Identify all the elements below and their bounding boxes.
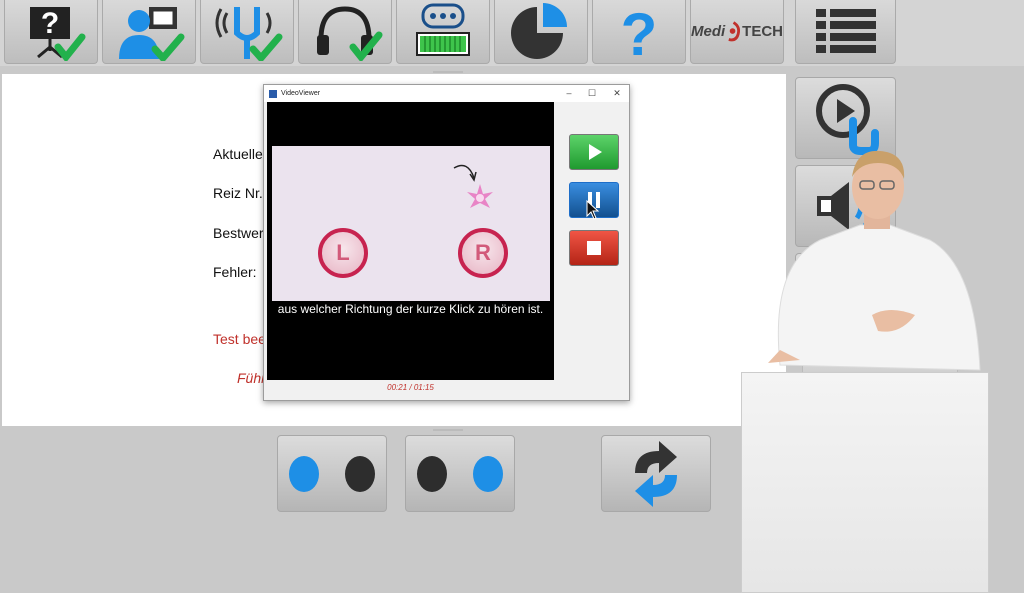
right-blue-dot-icon: [473, 455, 503, 492]
svg-text:?: ?: [621, 3, 658, 61]
left-blue-dot-icon: [289, 455, 319, 492]
headphones-button[interactable]: [298, 0, 392, 64]
reiz-nr-label: Reiz Nr.: [213, 185, 263, 201]
video-viewer-window[interactable]: VideoViewer – ☐ ✕ L R aus welcher Richtu…: [263, 84, 630, 401]
click-spark-icon: [453, 164, 493, 208]
left-dark-dot-icon: [417, 455, 447, 492]
left-circle: L: [318, 228, 368, 278]
aktuelle-label: Aktuelle: [213, 146, 263, 162]
stop-icon: [587, 241, 601, 255]
play-icon: [589, 144, 602, 160]
app-icon: [269, 89, 277, 98]
presentation-help-icon: ?: [30, 6, 86, 61]
video-subtitle: aus welcher Richtung der kurze Klick zu …: [277, 302, 544, 316]
help-screen-button[interactable]: ?: [4, 0, 98, 64]
refresh-arrows-icon: [635, 440, 677, 507]
headphones-icon: [317, 5, 383, 61]
patient-folder-icon: [119, 6, 185, 61]
patient-button[interactable]: [102, 0, 196, 64]
device-battery-button[interactable]: [396, 0, 490, 64]
left-response-button[interactable]: [277, 435, 387, 512]
panel-resize-handle[interactable]: [433, 429, 463, 431]
statistics-button[interactable]: [494, 0, 588, 64]
repeat-button[interactable]: [601, 435, 711, 512]
close-button[interactable]: ✕: [607, 85, 627, 102]
right-circle: R: [458, 228, 508, 278]
video-viewer-title: VideoViewer: [281, 90, 321, 97]
meditech-logo-icon: [728, 20, 741, 41]
battery-device-icon: [416, 3, 470, 56]
svg-text:?: ?: [41, 7, 59, 40]
minimize-button[interactable]: –: [559, 85, 579, 102]
instruction-text: Führ: [237, 370, 266, 386]
mouse-cursor-icon: [586, 200, 600, 220]
meditech-logo-button[interactable]: Medi TECH: [690, 0, 784, 64]
right-dark-dot-icon: [345, 455, 375, 492]
list-menu-icon: [815, 8, 876, 53]
right-letter: R: [475, 240, 491, 265]
logo-suffix: TECH: [742, 23, 783, 40]
top-toolbar: ? ? Medi TECH: [0, 0, 1024, 66]
right-response-button[interactable]: [405, 435, 515, 512]
presenter-podium: [741, 372, 989, 593]
toolbar-resize-handle[interactable]: [433, 71, 463, 73]
pie-chart-icon: [511, 2, 567, 59]
bestwert-label: Bestwer: [213, 225, 264, 241]
help-button[interactable]: ?: [592, 0, 686, 64]
fehler-label: Fehler:: [213, 264, 257, 280]
presenter-figure: [768, 150, 981, 371]
tuning-fork-icon: [215, 6, 283, 61]
tuning-fork-button[interactable]: [200, 0, 294, 64]
video-stop-button[interactable]: [569, 230, 619, 266]
left-letter: L: [336, 240, 350, 265]
maximize-button[interactable]: ☐: [582, 85, 602, 102]
video-play-button[interactable]: [569, 134, 619, 170]
video-time: 00:21 / 01:15: [387, 383, 434, 392]
video-frame: L R: [272, 146, 550, 301]
play-hand-icon: [815, 84, 879, 155]
test-status-text: Test bee: [213, 331, 266, 347]
menu-button[interactable]: [795, 0, 896, 64]
logo-prefix: Medi: [691, 23, 726, 40]
video-screen[interactable]: L R aus welcher Richtung der kurze Klick…: [267, 102, 554, 380]
question-mark-icon: ?: [621, 3, 658, 61]
